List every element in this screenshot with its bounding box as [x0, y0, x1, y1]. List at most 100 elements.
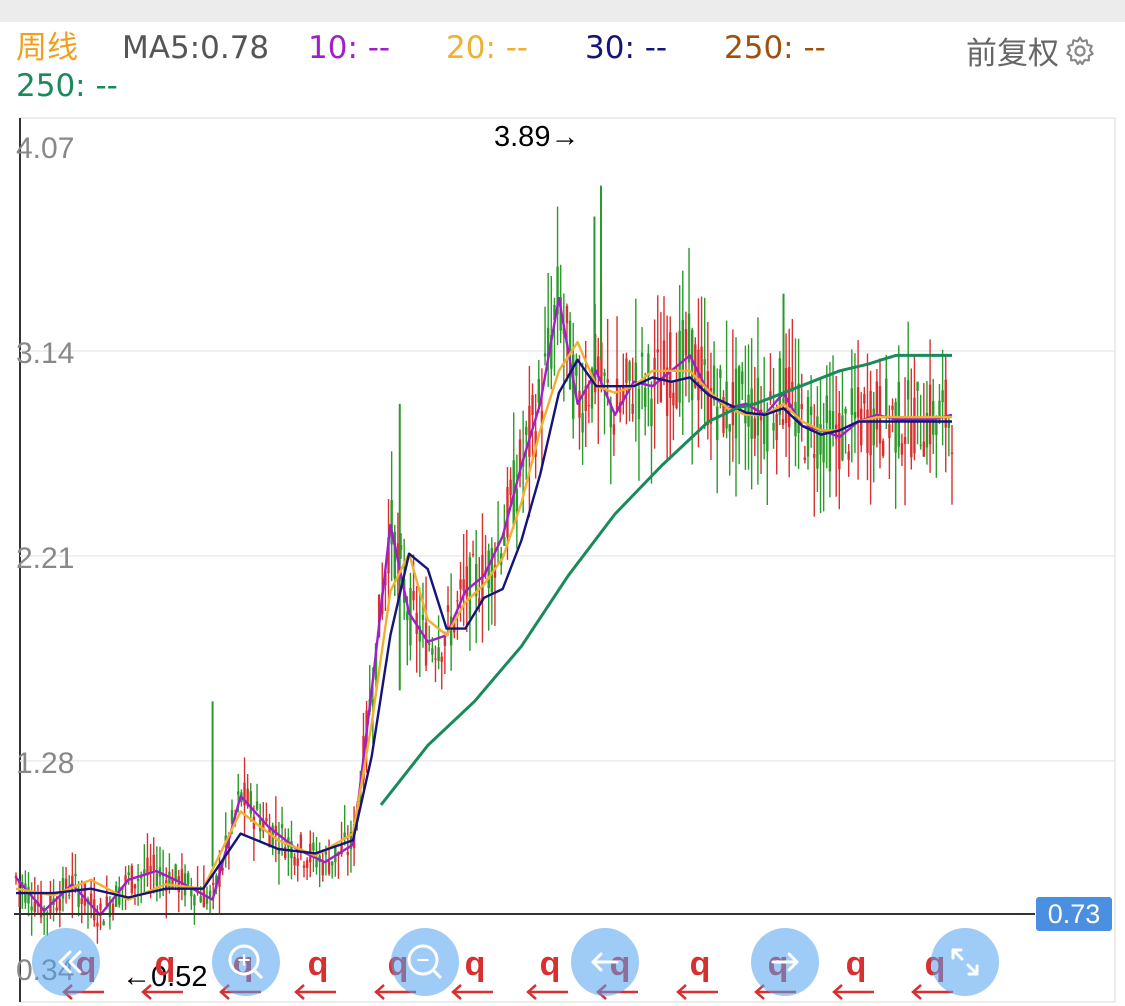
candle-body	[471, 554, 475, 556]
candle-body	[421, 614, 425, 620]
price-chart[interactable]: 4.073.142.211.280.34 0.73 3.89→ ←0.52 qq…	[0, 0, 1125, 1006]
candle-body	[83, 883, 87, 906]
candle-body	[747, 394, 750, 427]
candle-body	[186, 873, 190, 885]
y-tick-label: 1.28	[16, 747, 74, 780]
candle-body	[80, 898, 83, 905]
candle-body	[61, 878, 65, 899]
candle-body	[58, 898, 62, 911]
candle-body	[581, 413, 584, 433]
candle-body	[656, 349, 659, 353]
candle-body	[212, 882, 215, 885]
fullscreen-icon[interactable]	[931, 928, 999, 996]
candle-body	[766, 413, 769, 452]
candle-body	[885, 378, 888, 416]
candle-body	[756, 377, 760, 436]
candle-body	[136, 878, 140, 881]
high-annotation: 3.89→	[494, 121, 579, 153]
candle-body	[634, 362, 638, 383]
candle-body	[525, 426, 528, 435]
candle-body	[856, 387, 860, 418]
candle-body	[565, 305, 569, 324]
toolbar-button-bg	[931, 928, 999, 996]
candle-body	[531, 395, 534, 416]
candle-body	[68, 894, 71, 896]
grid	[19, 117, 1116, 1003]
candle-body	[850, 388, 854, 415]
candle-body	[193, 895, 196, 906]
candle-body	[888, 424, 891, 439]
candle-body	[847, 451, 850, 460]
candle-body	[199, 896, 202, 903]
trade-marker: q	[155, 945, 176, 983]
candle-body	[941, 390, 944, 403]
candle-body	[872, 408, 875, 446]
candle-body	[741, 371, 744, 385]
candle-body	[615, 378, 619, 411]
candle-body	[669, 332, 672, 398]
zoom-in-icon[interactable]	[212, 928, 280, 996]
ma20-line	[15, 340, 952, 901]
candle-body	[734, 368, 738, 439]
candle-body	[440, 656, 443, 662]
toolbar-button-bg	[391, 928, 459, 996]
candle-body	[881, 440, 885, 456]
candle-body	[913, 397, 916, 454]
candle-body	[828, 410, 832, 472]
candle-body	[653, 357, 656, 387]
candle-body	[775, 413, 778, 441]
scroll-right-icon[interactable]	[751, 928, 819, 996]
candle-body	[897, 381, 900, 447]
candle-body	[816, 416, 819, 469]
candle-body	[650, 398, 653, 427]
candle-body	[412, 590, 415, 601]
candle-body	[706, 371, 710, 426]
candle-body	[728, 424, 731, 432]
candle-body	[299, 834, 303, 850]
zoom-out-icon[interactable]	[391, 928, 459, 996]
candle-body	[515, 488, 519, 512]
candle-body	[891, 405, 894, 410]
candle-body	[249, 791, 252, 814]
candle-body	[919, 444, 922, 446]
candle-body	[825, 395, 828, 424]
candle-body	[528, 405, 531, 457]
trade-marker: q	[540, 945, 561, 983]
candle-body	[809, 406, 813, 416]
candles	[14, 185, 954, 944]
candle-body	[74, 873, 77, 876]
candle-body	[424, 622, 428, 666]
trade-marker: q	[308, 945, 329, 983]
candle-body	[831, 411, 835, 431]
candle-body	[587, 405, 591, 407]
candle-body	[152, 854, 155, 871]
y-tick-label: 3.14	[16, 337, 74, 370]
candle-body	[543, 353, 547, 357]
y-tick-label: 2.21	[16, 542, 74, 575]
candle-body	[155, 873, 159, 887]
candle-body	[606, 379, 609, 383]
rewind-icon[interactable]	[32, 928, 100, 996]
candle-body	[838, 413, 841, 470]
candle-body	[127, 872, 130, 876]
scroll-left-icon[interactable]	[571, 928, 639, 996]
candle-body	[462, 579, 465, 591]
candle-body	[869, 390, 872, 456]
candle-body	[813, 453, 816, 458]
candle-body	[255, 801, 259, 810]
candle-body	[431, 648, 434, 655]
candle-body	[662, 340, 666, 381]
candle-body	[456, 600, 459, 602]
candle-body	[803, 457, 807, 461]
candle-body	[102, 921, 105, 926]
candle-body	[903, 437, 907, 444]
candle-body	[675, 380, 678, 409]
toolbar-button-bg	[32, 928, 100, 996]
candle-body	[637, 388, 641, 420]
candle-body	[684, 329, 688, 356]
toolbar-button-bg	[212, 928, 280, 996]
candle-body	[628, 361, 631, 381]
candle-body	[841, 415, 844, 461]
candle-body	[631, 403, 634, 414]
candle-body	[822, 432, 825, 463]
